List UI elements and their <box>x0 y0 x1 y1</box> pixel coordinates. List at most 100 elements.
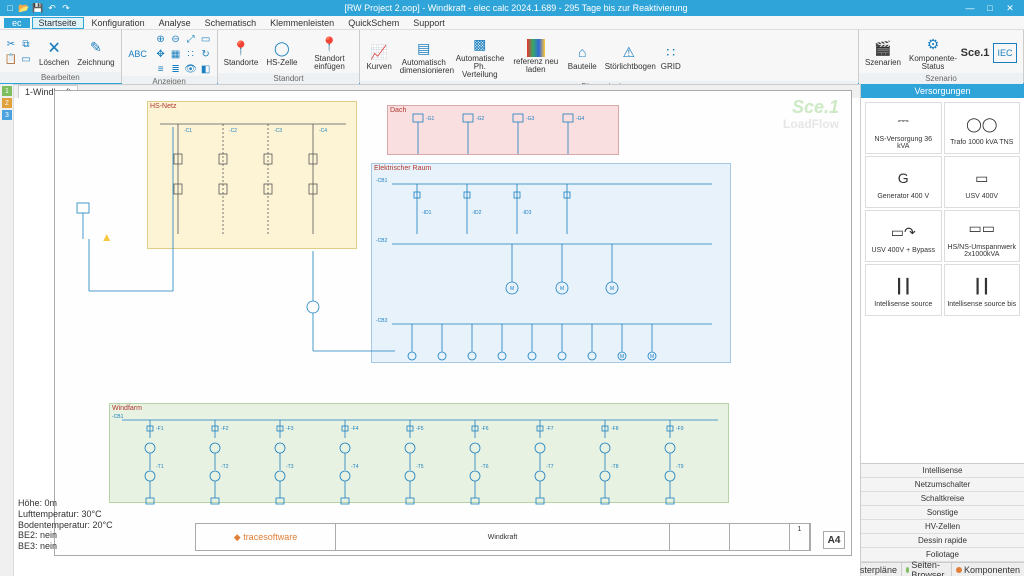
calc-icon: ▤ <box>414 38 434 58</box>
category-0[interactable]: Intellisense <box>861 464 1024 478</box>
palette-icon: ┃┃ <box>968 272 996 300</box>
drawing-title: Windkraft <box>336 524 670 550</box>
snap-icon[interactable]: ∷ <box>184 47 198 61</box>
iec-button[interactable]: IEC <box>991 41 1019 65</box>
zeichnung-button[interactable]: ✎Zeichnung <box>75 36 116 69</box>
palette-label: Generator 400 V <box>877 193 929 200</box>
category-4[interactable]: HV-Zellen <box>861 520 1024 534</box>
menu-analyse[interactable]: Analyse <box>153 18 197 28</box>
standorte-button[interactable]: 📍Standorte <box>222 36 261 69</box>
paste-icon[interactable]: 📋 <box>4 53 18 67</box>
palette-item-2[interactable]: GGenerator 400 V <box>865 156 942 208</box>
bauteile-button[interactable]: ⌂Bauteile <box>566 40 599 73</box>
palette-label: USV 400V <box>965 193 998 200</box>
category-2[interactable]: Schaltkreise <box>861 492 1024 506</box>
menu-quickschem[interactable]: QuickSchem <box>342 18 405 28</box>
menu-klemmenleisten[interactable]: Klemmenleisten <box>264 18 340 28</box>
group-bearbeiten: ✂︎⧉ 📋▭ 🗙Löschen ✎Zeichnung Bearbeiten <box>0 30 122 83</box>
bars-icon <box>527 39 545 57</box>
palette-item-7[interactable]: ┃┃Intellisense source bis <box>944 264 1021 316</box>
qat-save-icon[interactable]: 💾 <box>32 2 44 14</box>
menu-ec[interactable]: ec <box>4 18 30 28</box>
category-1[interactable]: Netzumschalter <box>861 478 1024 492</box>
ruler-icon[interactable]: ≡ <box>154 62 168 76</box>
qat-new-icon[interactable]: □ <box>4 2 16 14</box>
menu-konfiguration[interactable]: Konfiguration <box>86 18 151 28</box>
palette-item-3[interactable]: ▭USV 400V <box>944 156 1021 208</box>
zoomin-icon[interactable]: ⊕ <box>154 32 168 46</box>
tool-icon[interactable]: ▭ <box>19 53 33 67</box>
kurven-button[interactable]: 📈Kurven <box>364 40 393 73</box>
standort-einfuegen-button[interactable]: 📍Standort einfügen <box>303 32 355 73</box>
close-button[interactable]: ✕ <box>1000 3 1020 14</box>
palette-item-4[interactable]: ▭↷USV 400V + Bypass <box>865 210 942 262</box>
palette-icon: ┃┃ <box>889 272 917 300</box>
sce1-button[interactable]: Sce.1 <box>963 41 987 65</box>
group-standort: 📍Standorte ◯HS-Zelle 📍Standort einfügen … <box>218 30 361 83</box>
dots-icon: ∷ <box>661 42 681 62</box>
qat-undo-icon[interactable]: ↶ <box>46 2 58 14</box>
iec-icon: IEC <box>993 43 1017 63</box>
palette-icon: ◯◯ <box>968 110 996 138</box>
palette-categories: IntellisenseNetzumschalterSchaltkreiseSo… <box>861 463 1024 562</box>
autodim-button[interactable]: ▤Automatisch dimensionieren <box>398 36 450 77</box>
palette-item-6[interactable]: ┃┃Intellisense source <box>865 264 942 316</box>
palette-label: Intellisense source bis <box>947 301 1016 308</box>
palette-item-0[interactable]: ⎓NS-Versorgung 36 kVA <box>865 102 942 154</box>
palette-icon: ▭ <box>968 164 996 192</box>
menu-support[interactable]: Support <box>407 18 451 28</box>
menu-schematisch[interactable]: Schematisch <box>199 18 263 28</box>
drawing-sheet: Sce.1 LoadFlow HS-Netz -C1 -C2 -C3 -C4 D… <box>54 90 852 556</box>
gutter-2[interactable]: 2 <box>2 98 12 108</box>
palette-item-1[interactable]: ◯◯Trafo 1000 kVA TNS <box>944 102 1021 154</box>
zoomfit-icon[interactable]: ⤢ <box>184 32 198 46</box>
right-tab-2[interactable]: Komponenten <box>951 563 1024 576</box>
minimize-button[interactable]: — <box>960 3 980 14</box>
zoomout-icon[interactable]: ⊖ <box>169 32 183 46</box>
palette-label: HS/NS-Umspannwerk 2x1000kVA <box>947 244 1018 258</box>
szenarien-button[interactable]: 🎬Szenarien <box>863 36 903 69</box>
palette-item-5[interactable]: ▭▭HS/NS-Umspannwerk 2x1000kVA <box>944 210 1021 262</box>
clap-icon: 🎬 <box>873 38 893 58</box>
reload-button[interactable]: referenz neu laden <box>510 37 562 76</box>
copy-icon[interactable]: ⧉ <box>19 38 33 52</box>
misc-icon[interactable]: ◧ <box>199 62 213 76</box>
group-szenario: 🎬Szenarien ⚙Komponente-Status Sce.1 IEC … <box>859 30 1024 83</box>
zoomwin-icon[interactable]: ▭ <box>199 32 213 46</box>
grid-button[interactable]: ∷GRID <box>659 40 683 73</box>
palette-label: NS-Versorgung 36 kVA <box>868 136 939 150</box>
right-tab-1[interactable]: Seiten-Browser <box>901 563 951 576</box>
komponente-status-button[interactable]: ⚙Komponente-Status <box>907 32 959 73</box>
qat-redo-icon[interactable]: ↷ <box>60 2 72 14</box>
group-label-standort: Standort <box>218 73 360 84</box>
pan-icon[interactable]: ✥ <box>154 47 168 61</box>
gutter-1[interactable]: 1 <box>2 86 12 96</box>
group-label-szenario: Szenario <box>859 73 1023 84</box>
pin-add-icon: 📍 <box>319 34 339 54</box>
palette-label: Intellisense source <box>874 301 932 308</box>
delete-button[interactable]: 🗙Löschen <box>37 36 71 69</box>
layer-icon[interactable]: ≣ <box>169 62 183 76</box>
category-5[interactable]: Dessin rapide <box>861 534 1024 548</box>
maximize-button[interactable]: □ <box>980 3 1000 14</box>
gutter-3[interactable]: 3 <box>2 110 12 120</box>
paper-size: A4 <box>823 531 845 549</box>
house-icon: ⌂ <box>572 42 592 62</box>
eye-icon[interactable]: 👁 <box>184 62 198 76</box>
schematic-canvas[interactable]: Sce.1 LoadFlow HS-Netz -C1 -C2 -C3 -C4 D… <box>14 84 860 576</box>
category-3[interactable]: Sonstige <box>861 506 1024 520</box>
menu-startseite[interactable]: Startseite <box>32 17 84 29</box>
abc-button[interactable]: ABC <box>126 42 150 66</box>
quick-access-toolbar: □ 📂 💾 ↶ ↷ <box>4 2 72 14</box>
qat-open-icon[interactable]: 📂 <box>18 2 30 14</box>
window-buttons: — □ ✕ <box>960 3 1020 14</box>
refresh-icon[interactable]: ↻ <box>199 47 213 61</box>
grid-icon[interactable]: ▦ <box>169 47 183 61</box>
autophase-button[interactable]: ▩Automatische Ph. Verteilung <box>454 32 506 81</box>
arcflash-button[interactable]: ⚠Störlichtbogen <box>603 40 655 73</box>
cut-icon[interactable]: ✂︎ <box>4 38 18 52</box>
trash-icon: 🗙 <box>44 38 64 58</box>
palette-icon: ▭▭ <box>968 215 996 243</box>
group-label-bearbeiten: Bearbeiten <box>0 72 121 83</box>
hszelle-button[interactable]: ◯HS-Zelle <box>264 36 299 69</box>
